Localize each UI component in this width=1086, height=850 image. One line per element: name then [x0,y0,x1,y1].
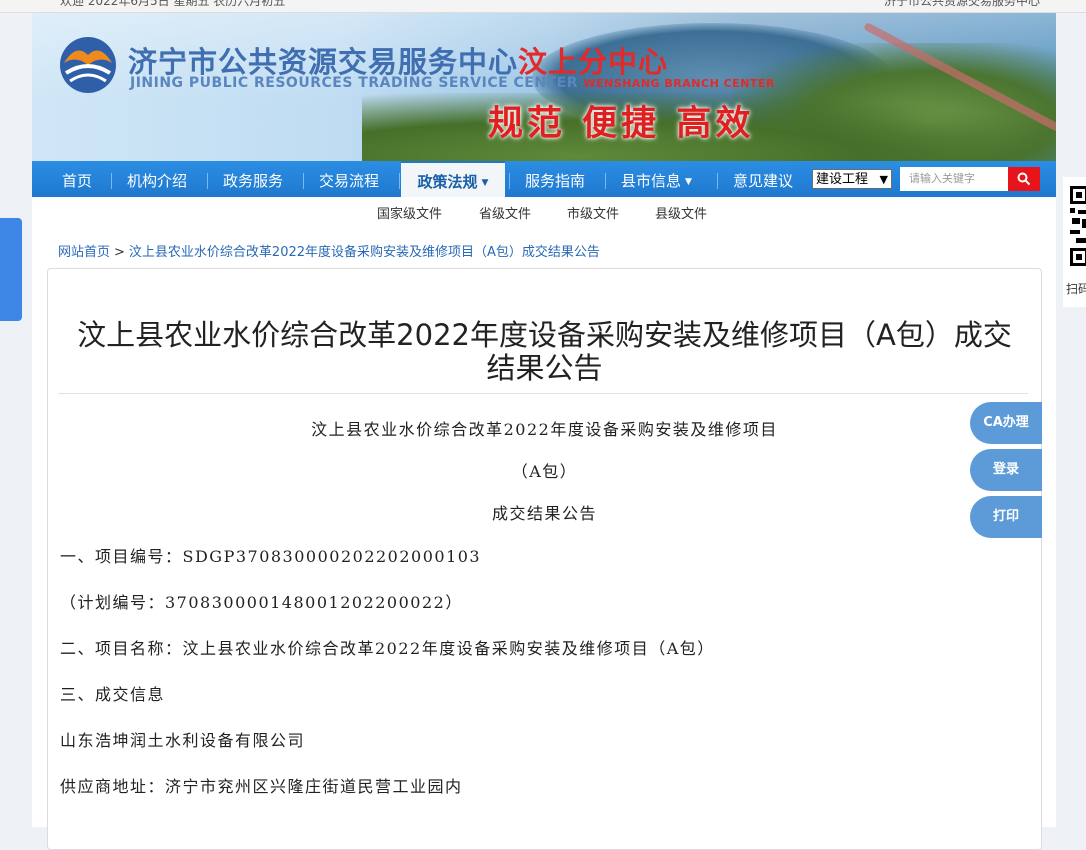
site-title-en: JINING PUBLIC RESOURCES TRADING SERVICE … [130,75,775,91]
search-input[interactable]: 请输入关键字 [900,167,1008,191]
article-line-plan-no: （计划编号：370830000148001202200022） [60,593,463,612]
subnav-item-national[interactable]: 国家级文件 [377,203,442,222]
sub-nav: 国家级文件 省级文件 市级文件 县级文件 [32,197,1056,228]
nav-divider [303,173,304,189]
title-divider [58,393,1028,394]
search-placeholder: 请输入关键字 [909,172,975,185]
breadcrumb-home-link[interactable]: 网站首页 [58,245,110,260]
article-heading-3: 成交结果公告 [491,504,597,523]
nav-item-gov-service[interactable]: 政务服务 [223,161,283,197]
article-card: 汶上县农业水价综合改革2022年度设备采购安装及维修项目（A包）成交 结果公告 … [47,268,1042,850]
category-select[interactable]: 建设工程 ▼ [812,169,892,189]
nav-divider [399,173,400,189]
qr-code-icon [1070,186,1086,266]
chevron-down-icon: ▼ [879,173,888,186]
article-heading-1: 汶上县农业水价综合改革2022年度设备采购安装及维修项目 [311,420,778,439]
article-line-project-name: 二、项目名称：汶上县农业水价综合改革2022年度设备采购安装及维修项目（A包） [60,639,715,658]
qr-label: 扫码 [1066,282,1086,296]
subnav-item-municipal[interactable]: 市级文件 [567,203,619,222]
nav-item-policy[interactable]: 政策法规 ▼ [401,161,505,197]
page-content: 网站首页 > 汶上县农业水价综合改革2022年度设备采购安装及维修项目（A包）成交结… [32,227,1056,850]
main-nav: 首页 机构介绍 政务服务 交易流程 政策法规 ▼ 服务指南 县市信息 ▼ 意见建议 … [32,161,1056,197]
subnav-item-county[interactable]: 县级文件 [655,203,707,222]
chevron-down-icon: ▼ [481,178,489,188]
breadcrumb-current-link[interactable]: 汶上县农业水价综合改革2022年度设备采购安装及维修项目（A包）成交结果公告 [129,245,600,260]
article-line-supplier: 山东浩坤润土水利设备有限公司 [60,731,306,750]
print-button[interactable]: 打印 [970,496,1042,538]
nav-item-county-info[interactable]: 县市信息 ▼ [621,161,692,197]
article-line-deal-info: 三、成交信息 [60,685,166,704]
nav-divider [717,173,718,189]
site-title-branch: 汶上分中心 [518,45,669,79]
site-title-main: 济宁市公共资源交易服务中心 [128,45,519,79]
site-slogan: 规范 便捷 高效 [488,103,755,144]
nav-item-feedback[interactable]: 意见建议 [733,161,793,197]
ca-service-button[interactable]: CA办理 [970,402,1042,444]
article-line-supplier-address: 供应商地址：济宁市兖州区兴隆庄街道民营工业园内 [60,777,463,796]
nav-item-process[interactable]: 交易流程 [319,161,379,197]
login-button[interactable]: 登录 [970,449,1042,491]
nav-divider [111,173,112,189]
left-side-tab[interactable] [0,218,22,321]
breadcrumb: 网站首页 > 汶上县农业水价综合改革2022年度设备采购安装及维修项目（A包）成交结… [58,241,600,260]
top-date-text: 欢迎 2022年6月5日 星期五 农历六月初五 [60,0,286,8]
nav-item-about[interactable]: 机构介绍 [127,161,187,197]
article-heading-2: （A包） [511,462,578,481]
top-notice-bar: 欢迎 2022年6月5日 星期五 农历六月初五 济宁市公共资源交易服务中心 [0,0,1086,13]
nav-item-guide[interactable]: 服务指南 [525,161,585,197]
subnav-item-provincial[interactable]: 省级文件 [479,203,531,222]
header-banner: 济宁市公共资源交易服务中心汶上分中心 JINING PUBLIC RESOURC… [32,13,1056,161]
nav-divider [509,173,510,189]
search-icon [1017,172,1031,186]
article-line-project-no: 一、项目编号：SDGP370830000202202000103 [60,547,482,566]
nav-item-home[interactable]: 首页 [62,161,92,197]
page-title: 汶上县农业水价综合改革2022年度设备采购安装及维修项目（A包）成交 结果公告 [56,319,1033,385]
breadcrumb-separator: > [114,245,125,260]
top-right-text: 济宁市公共资源交易服务中心 [883,0,1040,8]
site-title-en-branch: WENSHANG BRANCH CENTER [583,77,775,90]
category-select-value: 建设工程 [816,172,869,187]
nav-divider [207,173,208,189]
search-button[interactable] [1008,167,1040,191]
page-title-line2: 结果公告 [486,351,603,385]
site-title-en-main: JINING PUBLIC RESOURCES TRADING SERVICE … [130,75,578,91]
center-logo-icon [60,37,116,93]
chevron-down-icon: ▼ [685,177,692,187]
nav-divider [605,173,606,189]
page-title-line1: 汶上县农业水价综合改革2022年度设备采购安装及维修项目（A包）成交 [77,318,1012,352]
